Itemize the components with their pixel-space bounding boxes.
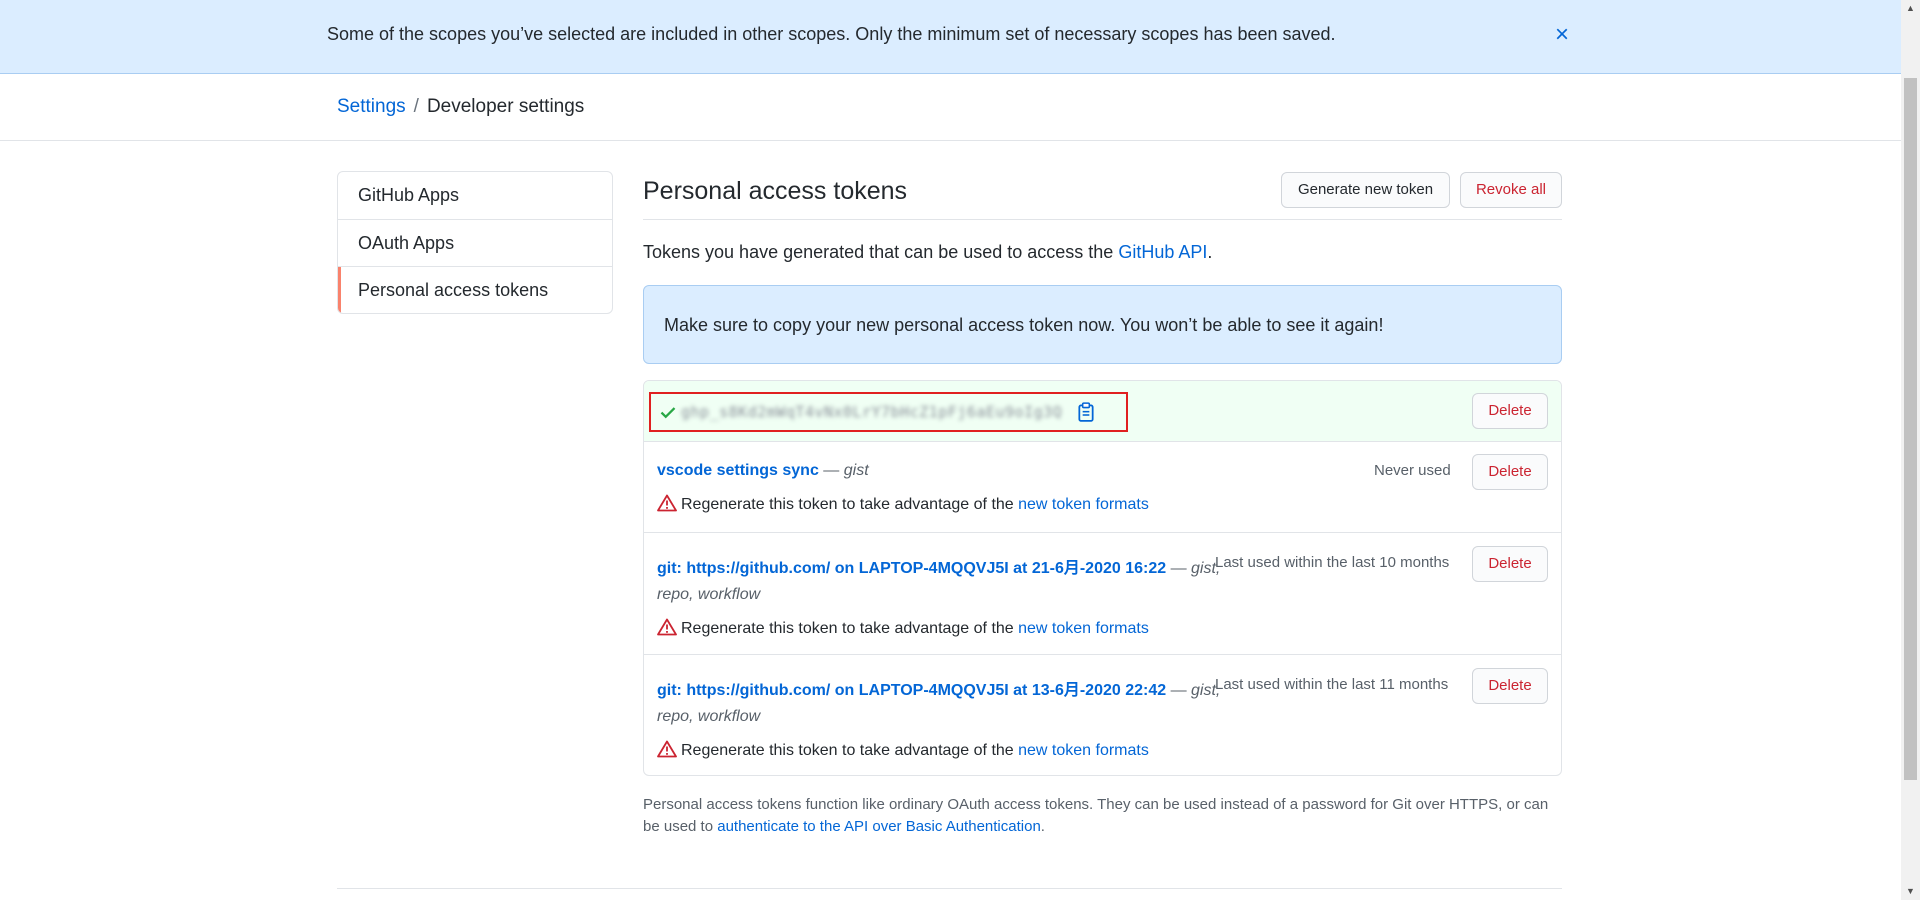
token-name-link[interactable]: git: https://github.com/ on LAPTOP-4MQQV… bbox=[657, 560, 1166, 577]
scroll-down-arrow-icon[interactable]: ▼ bbox=[1901, 883, 1920, 900]
token-row: vscode settings sync — gist Never used D… bbox=[644, 442, 1561, 533]
copy-token-notice: Make sure to copy your new personal acce… bbox=[643, 285, 1562, 364]
warning-text: Regenerate this token to take advantage … bbox=[681, 496, 1019, 513]
delete-token-button[interactable]: Delete bbox=[1472, 454, 1548, 490]
basic-auth-link[interactable]: authenticate to the API over Basic Authe… bbox=[717, 818, 1041, 835]
new-token-formats-link[interactable]: new token formats bbox=[1018, 742, 1149, 759]
token-last-used: Never used bbox=[1374, 462, 1451, 479]
token-row: git: https://github.com/ on LAPTOP-4MQQV… bbox=[644, 533, 1561, 655]
warning-text: Regenerate this token to take advantage … bbox=[681, 620, 1019, 637]
menu-item-github-apps[interactable]: GitHub Apps bbox=[338, 172, 612, 220]
subhead: Settings / Developer settings bbox=[0, 74, 1901, 141]
breadcrumb-settings-link[interactable]: Settings bbox=[337, 96, 406, 117]
token-warning: Regenerate this token to take advantage … bbox=[657, 740, 1149, 760]
breadcrumb-current: Developer settings bbox=[426, 96, 585, 117]
menu-item-personal-access-tokens[interactable]: Personal access tokens bbox=[338, 267, 612, 313]
token-dash: — bbox=[1166, 560, 1192, 577]
footnote-suffix: . bbox=[1040, 818, 1045, 835]
developer-settings-menu: GitHub Apps OAuth Apps Personal access t… bbox=[337, 171, 613, 314]
token-scopes-continued: repo, workflow bbox=[657, 708, 761, 725]
alert-icon bbox=[657, 740, 677, 758]
warning-text: Regenerate this token to take advantage … bbox=[681, 742, 1019, 759]
intro-text: Tokens you have generated that can be us… bbox=[643, 242, 1212, 263]
token-row: git: https://github.com/ on LAPTOP-4MQQV… bbox=[644, 655, 1561, 775]
generate-new-token-button[interactable]: Generate new token bbox=[1281, 172, 1450, 208]
token-description: vscode settings sync — gist bbox=[657, 462, 869, 480]
new-token-highlight: ghp_s8Kd2mWqT4vNx0LrY7bHcZ1pFj6aEu9oIg3Q bbox=[649, 392, 1128, 432]
breadcrumb-separator: / bbox=[413, 96, 419, 117]
token-scopes-continued: repo, workflow bbox=[657, 586, 761, 603]
page-scrollbar[interactable]: ▲ ▼ bbox=[1901, 0, 1920, 900]
delete-token-button[interactable]: Delete bbox=[1472, 546, 1548, 582]
token-name-link[interactable]: git: https://github.com/ on LAPTOP-4MQQV… bbox=[657, 682, 1166, 699]
token-name-link[interactable]: vscode settings sync bbox=[657, 462, 819, 479]
page-title: Personal access tokens bbox=[643, 177, 908, 205]
footnote: Personal access tokens function like ord… bbox=[643, 794, 1562, 838]
new-token-value: ghp_s8Kd2mWqT4vNx0LrY7bHcZ1pFj6aEu9oIg3Q bbox=[681, 403, 1063, 421]
menu-item-oauth-apps[interactable]: OAuth Apps bbox=[338, 220, 612, 267]
token-last-used: Last used within the last 11 months bbox=[1215, 676, 1449, 693]
token-dash: — bbox=[1166, 682, 1192, 699]
delete-token-button[interactable]: Delete bbox=[1472, 668, 1548, 704]
close-icon[interactable]: × bbox=[1549, 20, 1575, 50]
token-last-used: Last used within the last 10 months bbox=[1215, 554, 1450, 571]
check-icon bbox=[660, 407, 676, 419]
intro-suffix: . bbox=[1207, 242, 1213, 262]
token-dash: — bbox=[818, 462, 844, 479]
github-api-link[interactable]: GitHub API bbox=[1118, 242, 1207, 262]
token-warning: Regenerate this token to take advantage … bbox=[657, 618, 1149, 638]
scroll-up-arrow-icon[interactable]: ▲ bbox=[1901, 0, 1920, 17]
footer-divider bbox=[337, 888, 1562, 889]
token-description: git: https://github.com/ on LAPTOP-4MQQV… bbox=[657, 554, 1220, 578]
token-warning: Regenerate this token to take advantage … bbox=[657, 494, 1149, 514]
new-token-row: ghp_s8Kd2mWqT4vNx0LrY7bHcZ1pFj6aEu9oIg3Q… bbox=[644, 381, 1561, 442]
revoke-all-button[interactable]: Revoke all bbox=[1460, 172, 1562, 208]
token-scopes: gist bbox=[843, 462, 869, 479]
alert-icon bbox=[657, 494, 677, 512]
new-token-formats-link[interactable]: new token formats bbox=[1018, 620, 1149, 637]
title-divider bbox=[643, 219, 1562, 220]
flash-message: Some of the scopes you’ve selected are i… bbox=[327, 24, 1336, 44]
alert-icon bbox=[657, 618, 677, 636]
notice-text: Make sure to copy your new personal acce… bbox=[664, 315, 1384, 335]
delete-new-token-button[interactable]: Delete bbox=[1472, 393, 1548, 429]
new-token-formats-link[interactable]: new token formats bbox=[1018, 496, 1149, 513]
token-description: git: https://github.com/ on LAPTOP-4MQQV… bbox=[657, 676, 1220, 700]
clipboard-icon[interactable] bbox=[1077, 402, 1095, 422]
intro-prefix: Tokens you have generated that can be us… bbox=[643, 242, 1119, 262]
scrollbar-thumb[interactable] bbox=[1904, 78, 1917, 780]
token-list: ghp_s8Kd2mWqT4vNx0LrY7bHcZ1pFj6aEu9oIg3Q… bbox=[643, 380, 1562, 776]
breadcrumb: Settings / Developer settings bbox=[337, 96, 584, 118]
flash-banner: Some of the scopes you’ve selected are i… bbox=[0, 0, 1901, 74]
